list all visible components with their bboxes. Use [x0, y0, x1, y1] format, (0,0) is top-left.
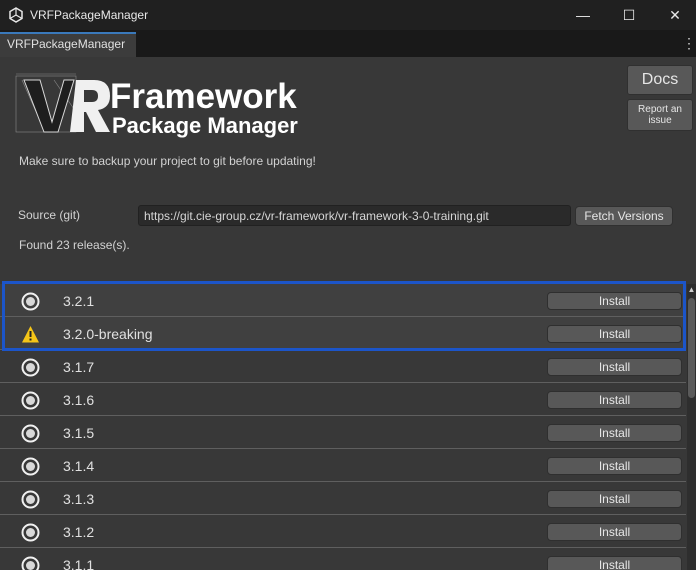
- release-row[interactable]: 3.1.7 Install: [0, 350, 686, 383]
- release-version: 3.1.4: [63, 458, 95, 474]
- install-button[interactable]: Install: [547, 358, 682, 376]
- release-row[interactable]: 3.1.2 Install: [0, 515, 686, 548]
- scroll-up-arrow-icon[interactable]: ▲: [687, 286, 696, 294]
- release-row[interactable]: 3.2.1 Install: [0, 284, 686, 317]
- source-label: Source (git): [18, 208, 81, 222]
- scrollbar-thumb[interactable]: [688, 298, 695, 398]
- release-status-icon: [21, 358, 40, 377]
- maximize-button[interactable]: ☐: [606, 0, 652, 30]
- release-version: 3.1.2: [63, 524, 95, 540]
- logo-title: Framework: [110, 77, 297, 116]
- release-row[interactable]: 3.2.0-breaking Install: [0, 317, 686, 350]
- unity-logo-icon: [9, 7, 23, 23]
- install-button[interactable]: Install: [547, 457, 682, 475]
- docs-button[interactable]: Docs: [627, 65, 693, 95]
- release-status-icon: [21, 556, 40, 570]
- tab-vrf-package-manager[interactable]: VRFPackageManager: [0, 32, 136, 57]
- install-button[interactable]: Install: [547, 490, 682, 508]
- release-version: 3.2.1: [63, 293, 95, 309]
- release-status-icon: [21, 292, 40, 311]
- window-title: VRFPackageManager: [30, 8, 149, 22]
- release-list-scrollbar[interactable]: ▲: [687, 284, 696, 570]
- release-row[interactable]: 3.1.1 Install: [0, 548, 686, 570]
- warning-icon: [22, 326, 39, 343]
- release-status-icon: [21, 523, 40, 542]
- fetch-versions-button[interactable]: Fetch Versions: [575, 206, 673, 226]
- install-button[interactable]: Install: [547, 556, 682, 570]
- release-version: 3.1.3: [63, 491, 95, 507]
- logo-subtitle: Package Manager: [112, 113, 298, 138]
- tab-bar: VRFPackageManager ⋮: [0, 30, 696, 57]
- close-button[interactable]: ✕: [652, 0, 696, 30]
- install-button[interactable]: Install: [547, 391, 682, 409]
- releases-found-text: Found 23 release(s).: [19, 238, 130, 252]
- install-button[interactable]: Install: [547, 523, 682, 541]
- release-version: 3.2.0-breaking: [63, 326, 153, 342]
- report-issue-button[interactable]: Report an issue: [627, 99, 693, 131]
- report-issue-label-line2: issue: [648, 115, 672, 126]
- release-status-icon: [21, 490, 40, 509]
- release-list: 3.2.1 Install 3.2.0-breaking Install 3.1.7 In…: [0, 284, 686, 570]
- release-version: 3.1.7: [63, 359, 95, 375]
- source-git-input[interactable]: https://git.cie-group.cz/vr-framework/vr…: [138, 205, 571, 226]
- release-row[interactable]: 3.1.5 Install: [0, 416, 686, 449]
- release-row[interactable]: 3.1.4 Install: [0, 449, 686, 482]
- release-status-icon: [21, 391, 40, 410]
- release-status-icon: [21, 424, 40, 443]
- release-status-icon: [21, 457, 40, 476]
- release-version: 3.1.6: [63, 392, 95, 408]
- release-row[interactable]: 3.1.6 Install: [0, 383, 686, 416]
- install-button[interactable]: Install: [547, 424, 682, 442]
- release-version: 3.1.5: [63, 425, 95, 441]
- release-row[interactable]: 3.1.3 Install: [0, 482, 686, 515]
- more-options-icon[interactable]: ⋮: [682, 35, 696, 51]
- title-bar: VRFPackageManager — ☐ ✕: [0, 0, 696, 30]
- install-button[interactable]: Install: [547, 325, 682, 343]
- report-issue-label-line1: Report an: [638, 104, 682, 115]
- release-version: 3.1.1: [63, 557, 95, 570]
- framework-logo: Framework Package Manager: [15, 73, 298, 138]
- install-button[interactable]: Install: [547, 292, 682, 310]
- minimize-button[interactable]: —: [560, 0, 606, 30]
- backup-warning-text: Make sure to backup your project to git …: [19, 154, 316, 168]
